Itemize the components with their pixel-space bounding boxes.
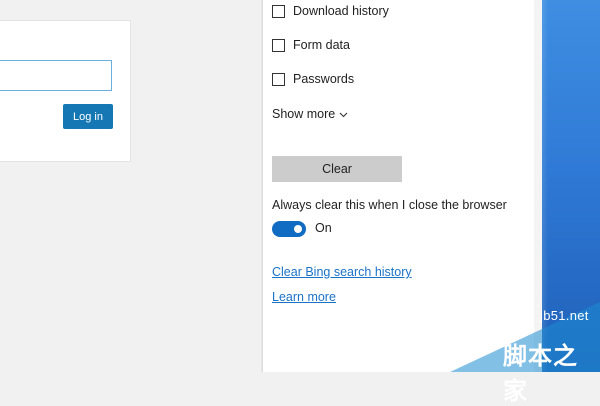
- checkbox-label: Passwords: [293, 72, 355, 86]
- watermark-site: jb51.net: [540, 308, 589, 323]
- clear-bing-history-link[interactable]: Clear Bing search history: [272, 265, 412, 279]
- checkbox-box[interactable]: [272, 72, 285, 86]
- checkbox-label: Download history: [293, 4, 389, 18]
- show-more-label: Show more: [272, 107, 336, 121]
- checkbox-box[interactable]: [272, 4, 285, 18]
- always-clear-toggle[interactable]: [272, 221, 306, 237]
- checkbox-form-data[interactable]: Form data: [272, 38, 350, 52]
- checkbox-label: Form data: [293, 38, 350, 52]
- clear-button[interactable]: Clear: [272, 156, 402, 182]
- toggle-knob: [294, 225, 302, 233]
- learn-more-link[interactable]: Learn more: [272, 290, 336, 304]
- checkbox-passwords[interactable]: Passwords: [272, 72, 354, 86]
- login-input[interactable]: [0, 60, 112, 91]
- watermark-text: 脚本之家: [503, 342, 578, 405]
- always-clear-label: Always clear this when I close the brows…: [272, 198, 507, 212]
- checkbox-box[interactable]: [272, 38, 285, 52]
- show-more-link[interactable]: Show more: [272, 107, 348, 121]
- login-card: Log in: [0, 20, 131, 162]
- chevron-down-icon: [339, 107, 348, 121]
- login-button[interactable]: Log in: [63, 104, 113, 129]
- toggle-state-label: On: [315, 221, 332, 235]
- checkbox-download-history[interactable]: Download history: [272, 4, 389, 18]
